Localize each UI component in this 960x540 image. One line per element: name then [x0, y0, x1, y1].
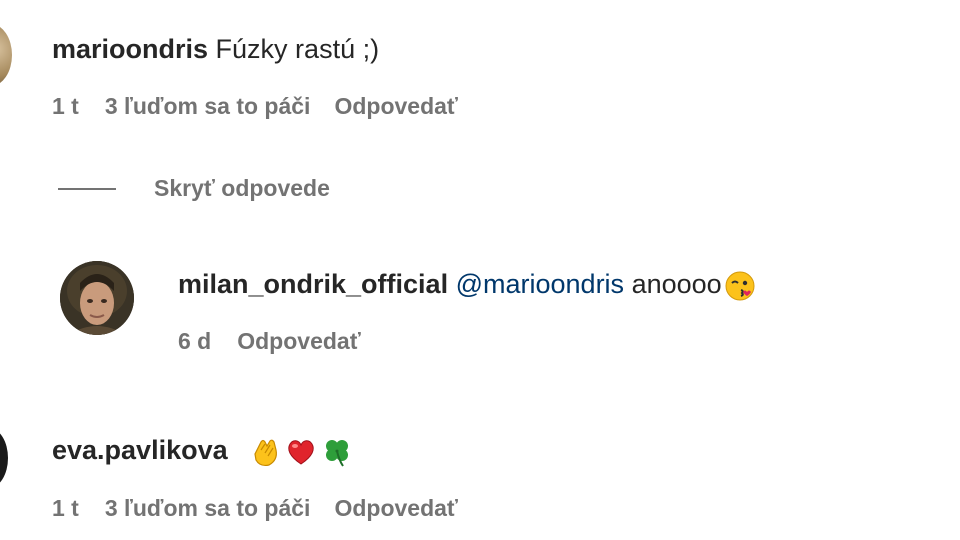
clapping-hands-icon	[254, 439, 278, 467]
reply-mention[interactable]: @marioondris	[456, 269, 624, 299]
reply-button[interactable]: Odpovedať	[334, 495, 457, 521]
reply-text: anoooo	[631, 269, 722, 300]
comment-time[interactable]: 1 t	[52, 93, 79, 119]
reply-time[interactable]: 6 d	[178, 328, 211, 354]
reply-username[interactable]: milan_ondrik_official	[178, 269, 448, 299]
comment-meta: 1 t 3 ľuďom sa to páči Odpovedať	[52, 497, 482, 520]
reply-button[interactable]: Odpovedať	[237, 328, 360, 354]
avatar-milan-ondrik-official[interactable]	[60, 261, 134, 335]
avatar-marioondris[interactable]	[0, 24, 12, 86]
avatar-eva-pavlikova[interactable]	[0, 428, 8, 488]
winking-kiss-face-emoji-icon	[725, 271, 755, 301]
avatar-portrait-icon	[60, 261, 134, 335]
comment-eva-pavlikova: eva.pavlikova	[52, 436, 353, 468]
comment-username[interactable]: eva.pavlikova	[52, 435, 228, 465]
comment-marioondris: marioondris Fúzky rastú ;)	[52, 36, 379, 63]
reply-meta: 6 d Odpovedať	[178, 330, 385, 353]
comment-text: Fúzky rastú ;)	[215, 34, 380, 64]
comment-likes[interactable]: 3 ľuďom sa to páči	[105, 495, 311, 521]
comment-meta: 1 t 3 ľuďom sa to páči Odpovedať	[52, 95, 482, 118]
reply-milan-ondrik-official: milan_ondrik_official @marioondris anooo…	[178, 270, 756, 302]
red-heart-icon	[288, 440, 314, 465]
comment-time[interactable]: 1 t	[52, 495, 79, 521]
replies-divider-line	[58, 188, 116, 190]
hide-replies-button[interactable]: Skryť odpovede	[154, 177, 330, 200]
four-leaf-clover-icon	[326, 440, 349, 467]
comment-username[interactable]: marioondris	[52, 34, 208, 64]
comment-likes[interactable]: 3 ľuďom sa to páči	[105, 93, 311, 119]
reply-button[interactable]: Odpovedať	[334, 93, 457, 119]
